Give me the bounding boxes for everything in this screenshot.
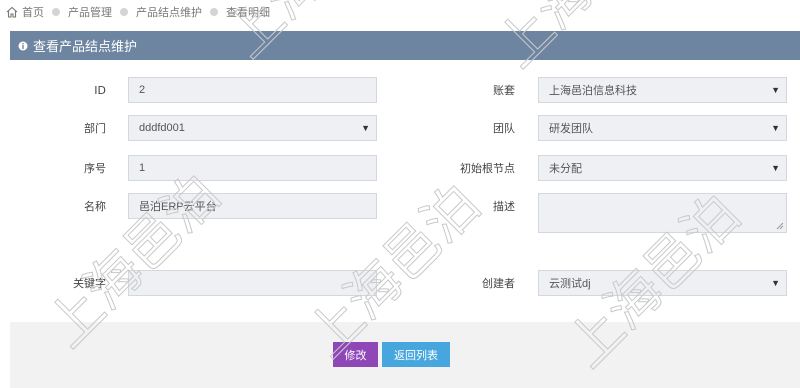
name-value: 邑泊ERP云平台 xyxy=(139,201,217,213)
breadcrumb-separator xyxy=(210,8,218,16)
description-textarea[interactable] xyxy=(538,193,787,233)
panel-title: 查看产品结点维护 xyxy=(33,40,138,55)
seq-field[interactable]: 1 xyxy=(128,155,377,181)
chevron-down-icon: ▼ xyxy=(771,85,780,95)
root-node-label: 初始根节点 xyxy=(460,162,515,175)
breadcrumb-home[interactable]: 首页 xyxy=(6,4,44,20)
back-to-list-button[interactable]: 返回列表 xyxy=(382,342,450,367)
id-label: ID xyxy=(94,84,106,97)
id-value: 2 xyxy=(139,84,146,96)
department-select[interactable]: dddfd001 ▼ xyxy=(128,115,377,141)
keywords-field[interactable] xyxy=(128,270,377,296)
breadcrumb-current: 查看明细 xyxy=(226,6,270,19)
seq-value: 1 xyxy=(139,162,146,174)
team-label: 团队 xyxy=(493,122,515,135)
account-value: 上海邑泊信息科技 xyxy=(549,85,637,97)
resize-grip-icon[interactable] xyxy=(776,222,784,230)
department-value: dddfd001 xyxy=(139,122,185,134)
breadcrumb-product-node[interactable]: 产品结点维护 xyxy=(136,4,202,20)
account-label: 账套 xyxy=(493,84,515,97)
account-select[interactable]: 上海邑泊信息科技 ▼ xyxy=(538,77,787,103)
department-label: 部门 xyxy=(84,122,106,135)
id-field[interactable]: 2 xyxy=(128,77,377,103)
edit-button[interactable]: 修改 xyxy=(333,342,378,367)
root-node-select[interactable]: 未分配 ▼ xyxy=(538,155,787,181)
chevron-down-icon: ▼ xyxy=(361,123,370,133)
home-icon xyxy=(6,6,18,18)
name-label: 名称 xyxy=(84,200,106,213)
chevron-down-icon: ▼ xyxy=(771,163,780,173)
breadcrumb-product-management[interactable]: 产品管理 xyxy=(68,4,112,20)
chevron-down-icon: ▼ xyxy=(771,123,780,133)
panel-header: 查看产品结点维护 xyxy=(10,31,800,60)
creator-label: 创建者 xyxy=(482,277,515,290)
chevron-down-icon: ▼ xyxy=(771,278,780,288)
keywords-label: 关键字 xyxy=(73,277,106,290)
team-value: 研发团队 xyxy=(549,123,593,135)
breadcrumb-home-label: 首页 xyxy=(22,6,44,19)
seq-label: 序号 xyxy=(84,162,106,175)
name-field[interactable]: 邑泊ERP云平台 xyxy=(128,193,377,219)
team-select[interactable]: 研发团队 ▼ xyxy=(538,115,787,141)
creator-value: 云测试dj xyxy=(549,278,591,290)
breadcrumb-separator xyxy=(52,8,60,16)
creator-select[interactable]: 云测试dj ▼ xyxy=(538,270,787,296)
root-node-value: 未分配 xyxy=(549,163,582,175)
breadcrumb-separator xyxy=(120,8,128,16)
breadcrumb: 首页 产品管理 产品结点维护 查看明细 xyxy=(6,0,270,24)
info-icon xyxy=(18,41,28,50)
description-label: 描述 xyxy=(493,200,515,213)
